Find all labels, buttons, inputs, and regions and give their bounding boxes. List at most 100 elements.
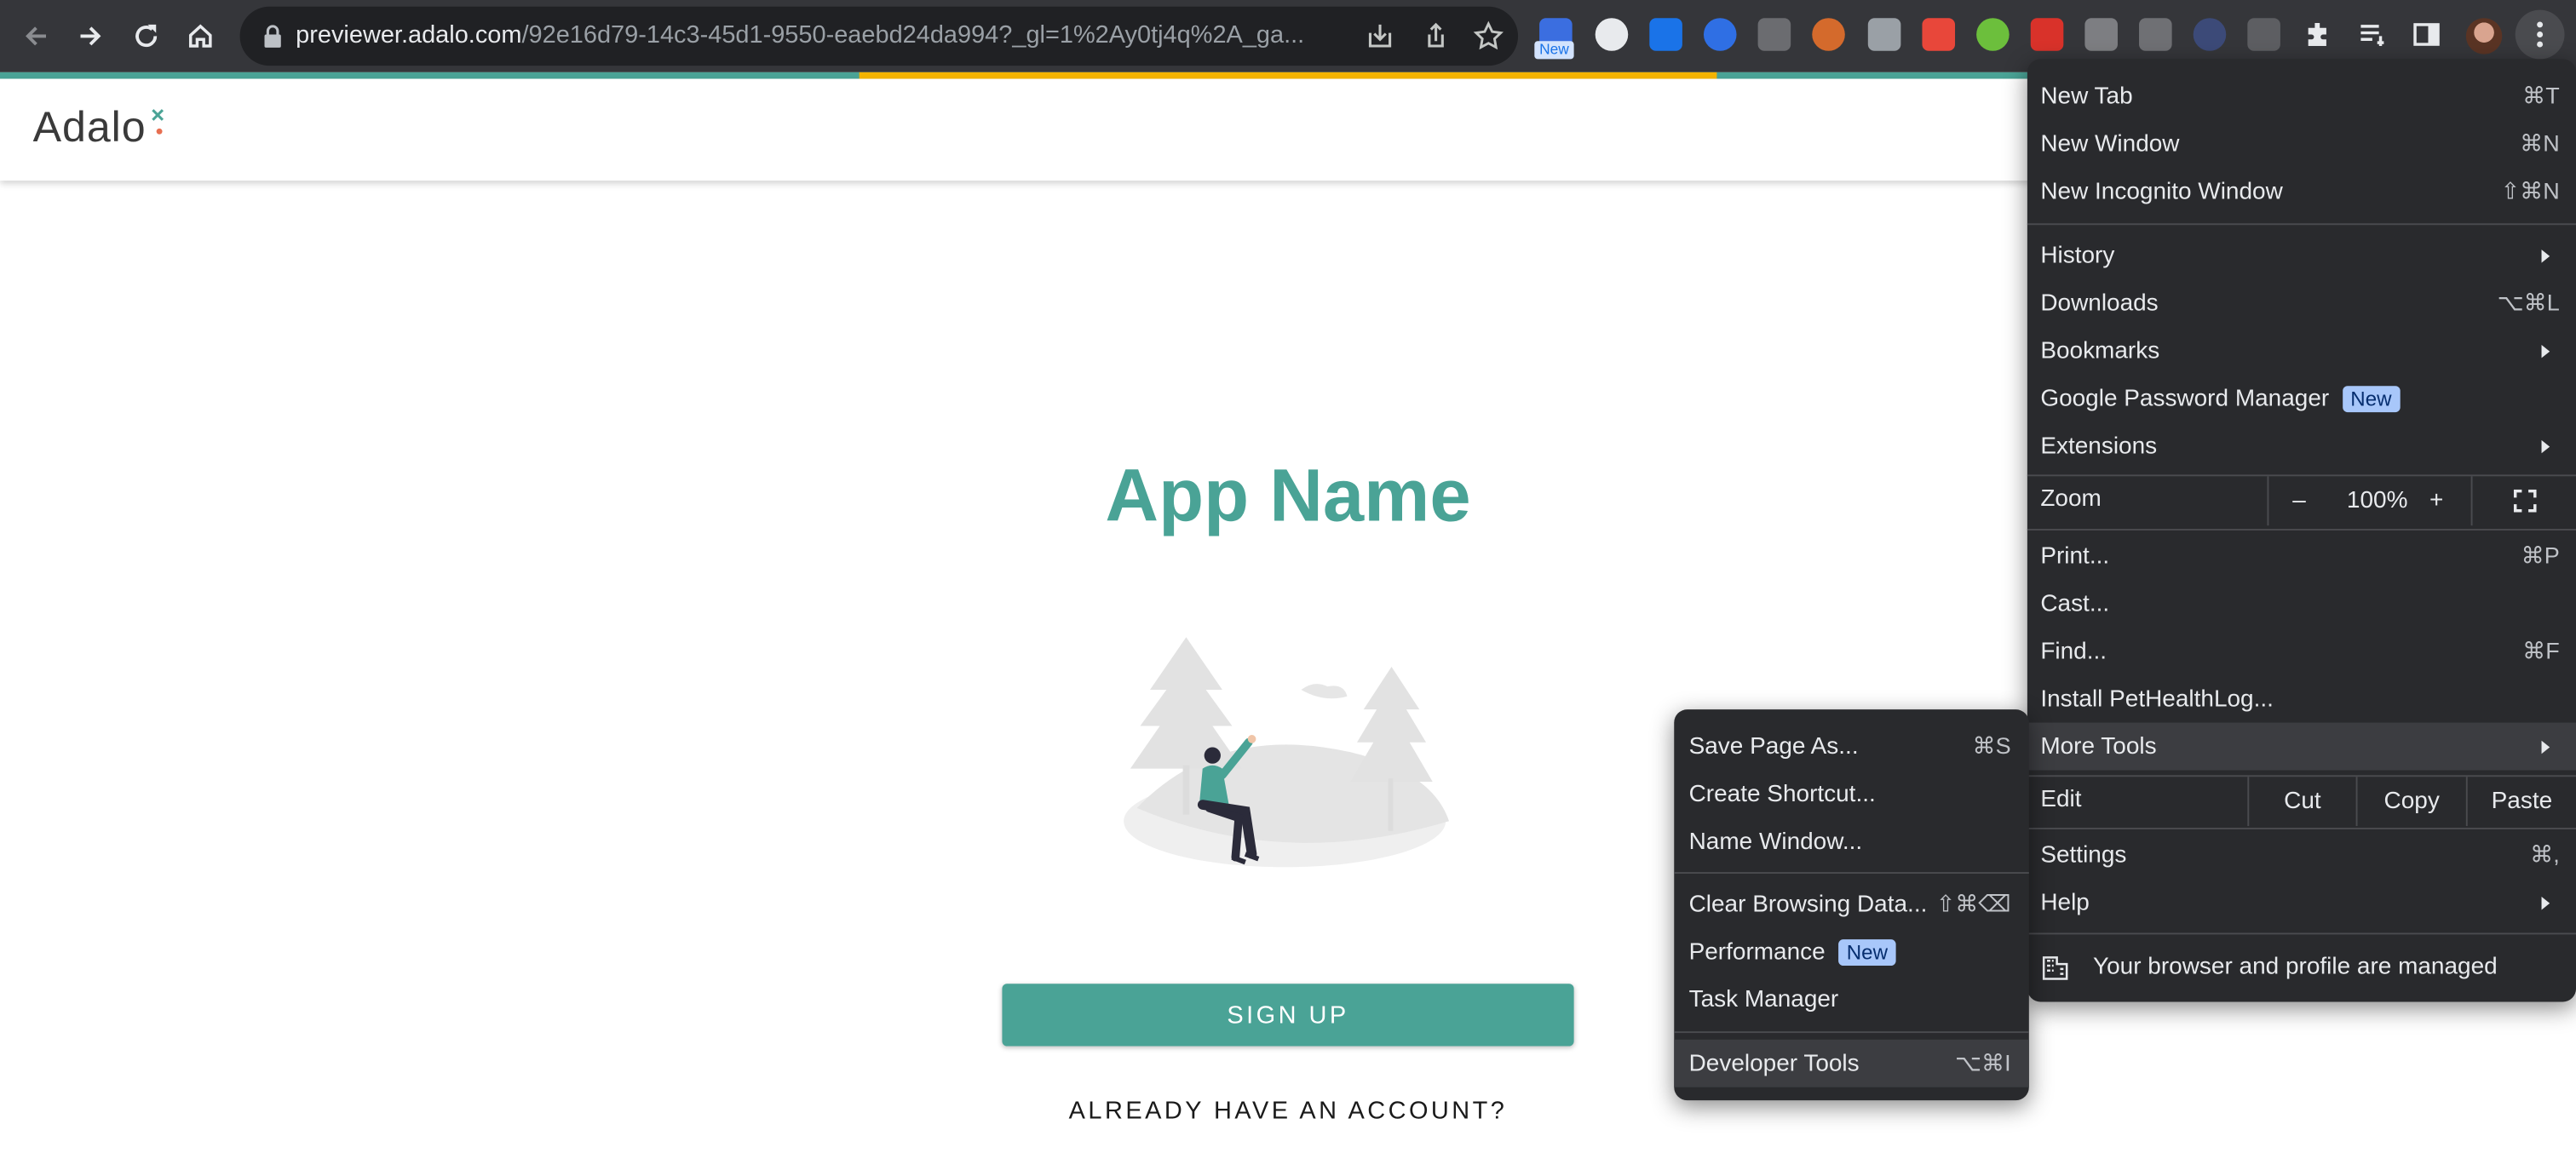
cut-button[interactable]: Cut <box>2247 777 2355 827</box>
reading-list-icon[interactable] <box>2356 18 2389 51</box>
menu-item-find[interactable]: Find... ⌘F <box>2027 628 2576 675</box>
extension-percent-icon[interactable] <box>1922 18 1956 51</box>
menu-item-password-manager[interactable]: Google Password Manager New <box>2027 375 2576 422</box>
address-bar[interactable]: previewer.adalo.com/92e16d79-14c3-45d1-9… <box>239 6 1519 66</box>
extension-puzzle-gray-icon[interactable] <box>2084 18 2118 51</box>
managed-browser-notice[interactable]: Your browser and profile are managed <box>2027 943 2576 992</box>
zoom-row: Zoom – 100% + <box>2027 476 2576 526</box>
menu-item-shortcut: ⌘, <box>2530 840 2560 868</box>
menu-item-cast[interactable]: Cast... <box>2027 580 2576 628</box>
chrome-main-menu: New Tab ⌘T New Window ⌘N New Incognito Win… <box>2027 59 2576 1002</box>
building-icon <box>2042 956 2068 980</box>
menu-item-label: New Incognito Window <box>2040 178 2283 205</box>
submenu-arrow-icon <box>2541 344 2550 358</box>
extension-c-icon[interactable] <box>1757 18 1791 51</box>
extension-a-icon[interactable] <box>2193 18 2227 51</box>
extension-v-icon[interactable] <box>1867 18 1901 51</box>
reload-button[interactable] <box>124 13 170 59</box>
menu-item-shortcut: ⌘N <box>2520 129 2560 157</box>
extension-card-icon[interactable] <box>1649 18 1682 51</box>
submenu-item-developer-tools[interactable]: Developer Tools ⌥⌘I <box>1674 1039 2029 1087</box>
menu-item-extensions[interactable]: Extensions <box>2027 422 2576 470</box>
back-arrow-icon <box>26 26 47 46</box>
adalo-logo[interactable]: Adalo <box>33 99 171 155</box>
menu-divider <box>2027 932 2576 935</box>
extension-clover-icon[interactable] <box>1976 18 2010 51</box>
edit-row: Edit Cut Copy Paste <box>2027 777 2576 827</box>
submenu-item-shortcut: ⌥⌘I <box>1954 1049 2011 1076</box>
extension-g-icon[interactable] <box>1595 18 1629 51</box>
submenu-item-create-shortcut[interactable]: Create Shortcut... <box>1674 771 2029 818</box>
extension-pen-icon[interactable] <box>2247 18 2280 51</box>
menu-item-shortcut: ⇧⌘N <box>2500 177 2560 204</box>
extension-copy-icon[interactable] <box>2139 18 2172 51</box>
menu-item-new-tab[interactable]: New Tab ⌘T <box>2027 72 2576 120</box>
submenu-item-label: Performance <box>1688 938 1826 966</box>
extension-tag-icon[interactable] <box>1703 18 1737 51</box>
profile-avatar[interactable] <box>2465 18 2503 54</box>
paste-button[interactable]: Paste <box>2465 777 2576 827</box>
new-badge: New <box>2342 385 2401 412</box>
menu-item-shortcut: ⌥⌘L <box>2497 289 2560 316</box>
menu-item-history[interactable]: History <box>2027 232 2576 279</box>
share-icon[interactable] <box>1419 20 1452 53</box>
zoom-plus-glyph: + <box>2429 487 2444 514</box>
chrome-menu-button[interactable] <box>2515 9 2565 60</box>
submenu-item-name-window[interactable]: Name Window... <box>1674 817 2029 865</box>
menu-item-help[interactable]: Help <box>2027 879 2576 926</box>
fullscreen-icon <box>2512 489 2536 513</box>
cut-label: Cut <box>2284 788 2321 815</box>
install-app-icon[interactable] <box>1364 20 1397 53</box>
sign-up-button[interactable]: SIGN UP <box>1002 984 1574 1047</box>
menu-item-install-app[interactable]: Install PetHealthLog... <box>2027 675 2576 723</box>
extension-red-icon[interactable] <box>2030 18 2064 51</box>
submenu-item-save-page[interactable]: Save Page As... ⌘S <box>1674 723 2029 771</box>
reload-icon <box>135 24 158 48</box>
submenu-arrow-icon <box>2541 896 2550 909</box>
menu-item-label: Settings <box>2040 841 2127 869</box>
menu-item-label: History <box>2040 242 2115 269</box>
zoom-in-button[interactable]: + <box>2405 476 2467 525</box>
submenu-arrow-icon <box>2541 439 2550 453</box>
submenu-item-task-manager[interactable]: Task Manager <box>1674 976 2029 1024</box>
submenu-item-label: Create Shortcut... <box>1688 781 1876 807</box>
menu-item-label: Find... <box>2040 638 2107 665</box>
copy-button[interactable]: Copy <box>2355 777 2466 827</box>
bookmark-star-icon[interactable] <box>1472 20 1505 53</box>
submenu-arrow-icon <box>2541 739 2550 754</box>
submenu-item-shortcut: ⌘S <box>1972 732 2011 760</box>
submenu-item-performance[interactable]: Performance New <box>1674 928 2029 976</box>
menu-item-bookmarks[interactable]: Bookmarks <box>2027 327 2576 375</box>
home-button[interactable] <box>177 13 223 59</box>
menu-item-label: Extensions <box>2040 433 2158 460</box>
menu-item-new-window[interactable]: New Window ⌘N <box>2027 120 2576 168</box>
submenu-item-shortcut: ⇧⌘⌫ <box>1935 890 2011 917</box>
menu-item-label: Bookmarks <box>2040 337 2160 364</box>
forward-button[interactable] <box>67 13 113 59</box>
submenu-item-clear-browsing-data[interactable]: Clear Browsing Data... ⇧⌘⌫ <box>1674 881 2029 928</box>
zoom-out-button[interactable]: – <box>2267 476 2329 526</box>
menu-item-settings[interactable]: Settings ⌘, <box>2027 831 2576 879</box>
extension-person-icon[interactable] <box>1812 18 1845 51</box>
menu-item-label: Help <box>2040 889 2090 916</box>
back-button[interactable] <box>13 13 59 59</box>
menu-item-print[interactable]: Print... ⌘P <box>2027 532 2576 580</box>
url-path: /92e16d79-14c3-45d1-9550-eaebd24da994?_g… <box>521 21 1305 49</box>
menu-item-new-incognito[interactable]: New Incognito Window ⇧⌘N <box>2027 168 2576 215</box>
menu-item-downloads[interactable]: Downloads ⌥⌘L <box>2027 279 2576 327</box>
side-panel-icon[interactable] <box>2410 18 2443 51</box>
extensions-puzzle-icon[interactable] <box>2302 18 2335 51</box>
fullscreen-button[interactable] <box>2470 476 2576 526</box>
managed-label: Your browser and profile are managed <box>2093 954 2498 981</box>
zoom-label: Zoom <box>2040 485 2102 513</box>
submenu-divider <box>1674 1031 2029 1034</box>
submenu-item-label: Save Page As... <box>1688 733 1859 760</box>
already-have-account-link[interactable]: ALREADY HAVE AN ACCOUNT? <box>959 1097 1616 1125</box>
app-name-title: App Name <box>1105 453 1471 537</box>
menu-item-label: Google Password Manager <box>2040 385 2330 412</box>
menu-item-more-tools[interactable]: More Tools <box>2027 722 2576 771</box>
menu-item-label: New Tab <box>2040 83 2133 110</box>
menu-item-label: Install PetHealthLog... <box>2040 685 2274 713</box>
copy-label: Copy <box>2383 788 2440 815</box>
menu-divider <box>2027 223 2576 226</box>
